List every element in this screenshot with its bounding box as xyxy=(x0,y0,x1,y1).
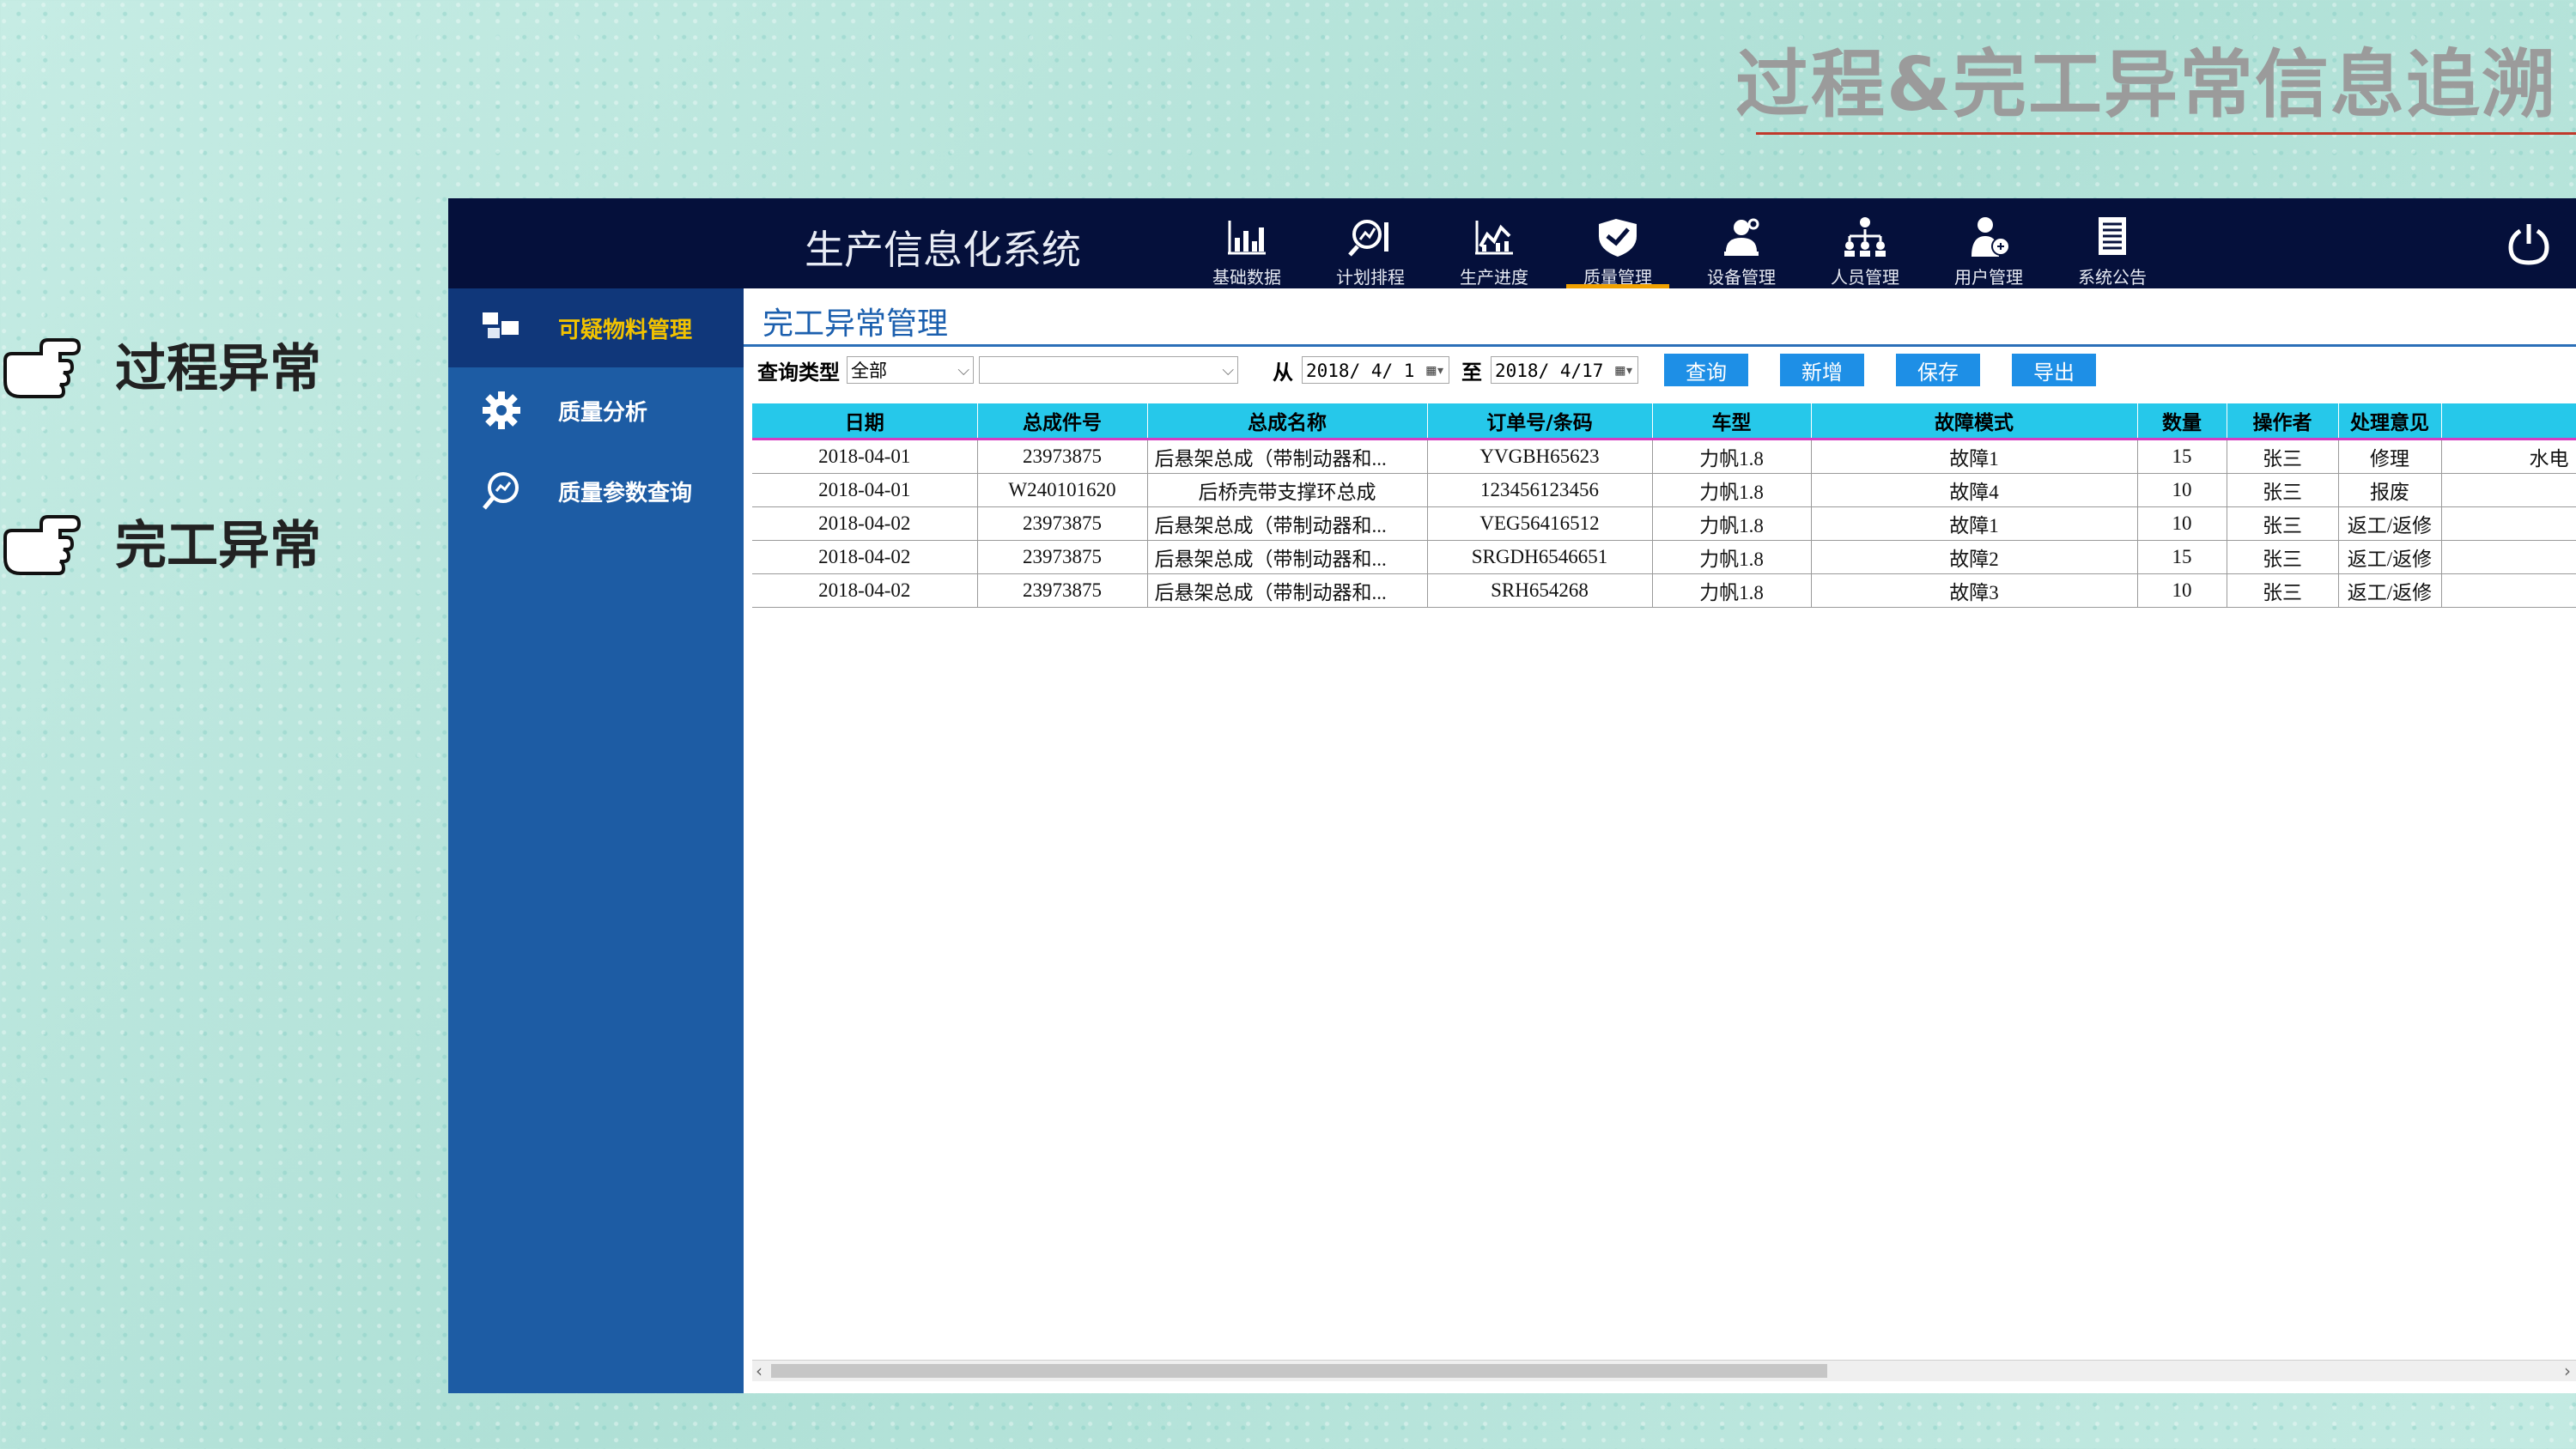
nav-item-planning[interactable]: 计划排程 xyxy=(1309,198,1432,288)
title-underline xyxy=(1756,132,2576,135)
equipment-user-icon xyxy=(1724,218,1759,256)
horizontal-scrollbar[interactable]: ‹ › xyxy=(752,1360,2576,1381)
calendar-icon: ▦▾ xyxy=(1615,361,1634,379)
line-chart-icon xyxy=(1475,221,1513,255)
column-header-order-barcode[interactable]: 订单号/条码 xyxy=(1427,403,1653,440)
nav-item-equipment[interactable]: 设备管理 xyxy=(1680,198,1803,288)
gear-icon xyxy=(483,391,520,429)
column-header-part-no[interactable]: 总成件号 xyxy=(977,403,1148,440)
nav-item-announcements[interactable]: 系统公告 xyxy=(2050,198,2174,288)
table-row[interactable]: 2018-04-01 W240101620 后桥壳带支撑环总成 12345612… xyxy=(752,473,2576,507)
query-type-select[interactable]: 全部 ⌵ xyxy=(847,356,974,384)
pointing-hand-icon xyxy=(3,338,82,398)
add-button[interactable]: 新增 xyxy=(1780,354,1864,386)
slide-title: 过程&完工异常信息追溯 xyxy=(1735,42,2557,128)
table-row[interactable]: 2018-04-02 23973875 后悬架总成（带制动器和... SRH65… xyxy=(752,573,2576,608)
content-panel: 完工异常管理 查询类型 全部 ⌵ ⌵ 从 2018/ 4/ 1 ▦▾ 至 201… xyxy=(744,288,2576,1393)
to-date-picker[interactable]: 2018/ 4/17 ▦▾ xyxy=(1491,356,1638,384)
sidebar-item-quality-analysis[interactable]: 质量分析 xyxy=(448,371,744,450)
user-icon xyxy=(1971,217,2010,257)
calendar-icon: ▦▾ xyxy=(1426,361,1445,379)
table-header: 日期 总成件号 总成名称 订单号/条码 车型 故障模式 数量 操作者 处理意见 xyxy=(752,403,2576,440)
quality-shield-icon xyxy=(1599,219,1637,257)
document-icon xyxy=(2099,217,2126,255)
column-header-extra[interactable] xyxy=(2441,403,2576,440)
main-nav: 基础数据 计划排程 生产进度 质量管理 设备管理 人员管理 用户管理 系统公告 xyxy=(1185,198,2174,288)
scroll-right-icon[interactable]: › xyxy=(2564,1361,2571,1381)
nav-item-personnel[interactable]: 人员管理 xyxy=(1803,198,1927,288)
org-chart-icon xyxy=(1844,217,1886,257)
from-date-picker[interactable]: 2018/ 4/ 1 ▦▾ xyxy=(1302,356,1449,384)
sidebar-item-suspect-material[interactable]: 可疑物料管理 xyxy=(448,288,744,367)
title-divider xyxy=(744,344,2576,347)
query-type-label: 查询类型 xyxy=(757,360,840,385)
nav-item-quality[interactable]: 质量管理 xyxy=(1556,198,1680,288)
column-header-operator[interactable]: 操作者 xyxy=(2227,403,2339,440)
sidebar-item-quality-params[interactable]: 质量参数查询 xyxy=(448,452,744,530)
power-icon[interactable] xyxy=(2506,221,2552,267)
column-header-disposition[interactable]: 处理意见 xyxy=(2338,403,2442,440)
exception-table: 日期 总成件号 总成名称 订单号/条码 车型 故障模式 数量 操作者 处理意见 … xyxy=(752,403,2576,608)
scrollbar-thumb[interactable] xyxy=(771,1364,1827,1378)
save-button[interactable]: 保存 xyxy=(1896,354,1980,386)
bullet-completion-exception: 完工异常 xyxy=(0,500,321,582)
boxes-icon xyxy=(483,312,519,338)
column-header-qty[interactable]: 数量 xyxy=(2137,403,2227,440)
table-row[interactable]: 2018-04-02 23973875 后悬架总成（带制动器和... SRGDH… xyxy=(752,540,2576,574)
bullet-label: 完工异常 xyxy=(115,515,321,576)
app-window: 生产信息化系统 基础数据 计划排程 生产进度 质量管理 设备管理 人员管理 用户… xyxy=(448,198,2576,1393)
export-button[interactable]: 导出 xyxy=(2012,354,2096,386)
bullet-label: 过程异常 xyxy=(115,338,321,399)
page-title: 完工异常管理 xyxy=(762,306,949,342)
search-chart-icon xyxy=(1348,220,1388,257)
table-row[interactable]: 2018-04-01 23973875 后悬架总成（带制动器和... YVGBH… xyxy=(752,439,2576,474)
scroll-left-icon[interactable]: ‹ xyxy=(756,1361,762,1381)
bullet-process-exception: 过程异常 xyxy=(0,323,321,405)
nav-item-progress[interactable]: 生产进度 xyxy=(1432,198,1556,288)
chevron-down-icon: ⌵ xyxy=(1222,361,1234,379)
column-header-date[interactable]: 日期 xyxy=(752,403,978,440)
secondary-select[interactable]: ⌵ xyxy=(979,356,1238,384)
chevron-down-icon: ⌵ xyxy=(957,361,969,379)
search-icon xyxy=(483,472,519,510)
sidebar: 可疑物料管理 质量分析 质量参数查询 xyxy=(448,288,744,1393)
top-bar: 生产信息化系统 基础数据 计划排程 生产进度 质量管理 设备管理 人员管理 用户… xyxy=(448,198,2576,288)
nav-item-basic-data[interactable]: 基础数据 xyxy=(1185,198,1309,288)
to-label: 至 xyxy=(1461,360,1482,385)
system-title: 生产信息化系统 xyxy=(805,227,1081,273)
table-row[interactable]: 2018-04-02 23973875 后悬架总成（带制动器和... VEG56… xyxy=(752,506,2576,541)
pointing-hand-icon xyxy=(3,515,82,575)
column-header-part-name[interactable]: 总成名称 xyxy=(1147,403,1428,440)
bar-chart-icon xyxy=(1228,221,1266,255)
column-header-vehicle[interactable]: 车型 xyxy=(1652,403,1812,440)
column-header-fault-mode[interactable]: 故障模式 xyxy=(1811,403,2138,440)
nav-item-users[interactable]: 用户管理 xyxy=(1927,198,2050,288)
query-toolbar: 查询类型 全部 ⌵ ⌵ 从 2018/ 4/ 1 ▦▾ 至 2018/ 4/17… xyxy=(757,350,2128,390)
from-label: 从 xyxy=(1273,360,1293,385)
query-button[interactable]: 查询 xyxy=(1664,354,1748,386)
